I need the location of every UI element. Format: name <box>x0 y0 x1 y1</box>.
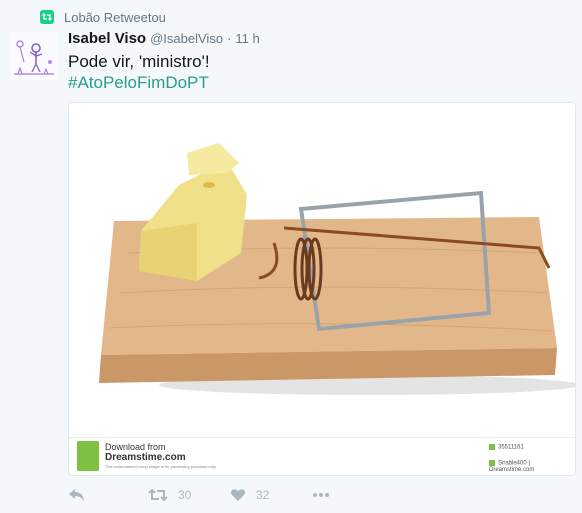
watermark-line2: Dreamstime.com <box>105 452 186 463</box>
watermark-line1: Download from <box>105 442 166 452</box>
heart-icon <box>231 489 245 501</box>
retweet-count: 30 <box>178 488 192 502</box>
reply-button[interactable] <box>68 488 148 502</box>
tweet-header: Isabel Viso @IsabelViso · 11 h <box>68 30 260 47</box>
author-handle[interactable]: @IsabelViso <box>150 31 223 46</box>
hashtag-link[interactable]: #AtoPeloFimDoPT <box>68 72 209 94</box>
separator: · <box>227 31 232 46</box>
more-button[interactable] <box>312 492 330 498</box>
dreamstime-logo-icon <box>77 441 99 471</box>
watermark-banner: Download from Dreamstime.com This waterm… <box>69 437 575 475</box>
retweet-icon <box>40 10 54 24</box>
avatar[interactable] <box>10 32 58 80</box>
like-button[interactable]: 32 <box>230 488 312 502</box>
tweet-text: Pode vir, 'ministro'! <box>68 52 210 71</box>
mousetrap-photo <box>69 103 575 437</box>
author-name[interactable]: Isabel Viso <box>68 30 146 47</box>
tweet-actions: 30 32 <box>68 484 330 506</box>
retweet-icon <box>148 488 168 502</box>
reply-icon <box>69 489 84 501</box>
more-icon <box>313 493 329 497</box>
watermark-id: 35511161 <box>489 444 524 451</box>
watermark-credit: Sirable400 | Dreamstime.com <box>489 460 535 473</box>
like-count: 32 <box>256 488 270 502</box>
retweet-context: Lobão Retweetou <box>40 8 166 26</box>
timestamp[interactable]: 11 h <box>235 31 259 46</box>
retweet-button[interactable]: 30 <box>148 488 230 502</box>
retweeted-by-link[interactable]: Lobão Retweetou <box>64 10 166 25</box>
watermark-line3: This watermarked comp image is for previ… <box>105 464 217 469</box>
tweet-media-photo[interactable]: Download from Dreamstime.com This waterm… <box>68 102 576 476</box>
